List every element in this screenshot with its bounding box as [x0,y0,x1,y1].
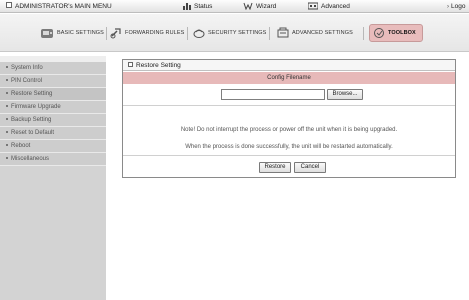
tab-forwarding-rules[interactable]: FORWARDING RULES [110,25,184,41]
tab-separator [363,27,364,40]
divider [123,105,455,106]
logout-link[interactable]: › Logo [447,0,465,13]
bullet-icon [6,131,8,134]
basic-settings-icon [41,28,53,38]
tab-basic-settings[interactable]: BASIC SETTINGS [40,25,104,41]
sidebar-item-system-info[interactable]: System Info [0,62,106,75]
forwarding-rules-icon [110,27,121,39]
tab-separator [106,27,107,40]
sidebar-item-backup-setting[interactable]: Backup Setting [0,114,106,127]
sidebar-item-pin-control[interactable]: PIN Control [0,75,106,88]
config-filename-header: Config Filename [123,72,455,84]
tab-security-settings[interactable]: SECURITY SETTINGS [193,25,266,41]
status-link[interactable]: Status [183,0,212,13]
tab-advanced-settings[interactable]: ADVANCED SETTINGS [277,25,353,41]
tab-separator [187,27,188,40]
sidebar-item-reset-to-default[interactable]: Reset to Default [0,127,106,140]
bullet-icon [6,66,8,69]
tab-separator [269,27,270,40]
main-menu-title[interactable]: ADMINISTRATOR's MAIN MENU [6,0,112,13]
bullet-icon [6,118,8,121]
panel-title: Restore Setting [123,60,455,71]
bullet-icon [6,92,8,95]
wizard-link[interactable]: Wizard [243,0,276,13]
bullet-icon [6,157,8,160]
sidebar-item-firmware-upgrade[interactable]: Firmware Upgrade [0,101,106,114]
advanced-settings-icon [277,27,289,38]
status-icon [183,3,191,11]
sidebar: System Info PIN Control Restore Setting … [0,56,106,300]
sidebar-item-restore-setting[interactable]: Restore Setting [0,88,106,101]
advanced-link[interactable]: Advanced [308,0,350,13]
menu-box-icon [6,2,12,9]
bullet-icon [6,79,8,82]
note-restart-info: When the process is done successfully, t… [185,144,393,150]
bullet-icon [6,105,8,108]
security-settings-icon [193,29,205,38]
tab-bar: BASIC SETTINGS FORWARDING RULES SECURITY… [0,14,469,52]
config-file-input[interactable] [221,89,325,100]
advanced-icon [308,2,318,10]
divider [123,155,455,156]
bullet-icon [6,144,8,147]
panel-box-icon [128,61,133,67]
restore-button[interactable]: Restore [259,162,291,173]
sidebar-item-miscellaneous[interactable]: Miscellaneous [0,153,106,166]
tab-toolbox[interactable]: TOOLBOX [369,24,423,42]
sidebar-item-reboot[interactable]: Reboot [0,140,106,153]
restore-setting-panel: Restore Setting Config Filename Browse..… [122,59,456,178]
toolbox-icon [374,27,384,38]
logout-arrow-icon: › [447,4,449,10]
wizard-icon [243,3,253,11]
browse-button[interactable]: Browse... [327,89,363,100]
cancel-button[interactable]: Cancel [294,162,326,173]
top-menu-bar: ADMINISTRATOR's MAIN MENU Status Wizard … [0,0,469,13]
note-interrupt-warning: Note! Do not interrupt the process or po… [180,127,398,133]
